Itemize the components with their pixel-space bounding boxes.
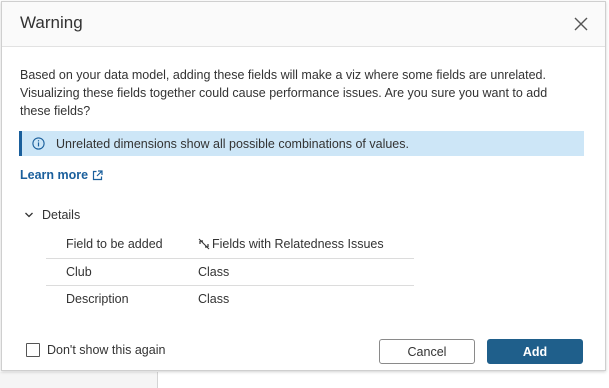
header-relatedness-label: Fields with Relatedness Issues bbox=[212, 237, 384, 252]
dialog-title: Warning bbox=[20, 13, 83, 32]
field-cell: Club bbox=[46, 257, 180, 285]
dialog-header: Warning bbox=[2, 2, 605, 47]
header-relatedness-issues: Fields with Relatedness Issues bbox=[180, 231, 414, 258]
table-row: Description Class bbox=[46, 284, 414, 312]
dont-show-again-label: Don't show this again bbox=[47, 343, 166, 357]
table-header-row: Field to be added Fields with Relatednes… bbox=[46, 231, 414, 258]
details-table: Field to be added Fields with Relatednes… bbox=[46, 231, 414, 312]
details-toggle[interactable]: Details bbox=[24, 208, 80, 222]
learn-more-label: Learn more bbox=[20, 168, 89, 182]
related-field-cell: Class bbox=[180, 257, 414, 285]
unlink-icon bbox=[198, 238, 210, 250]
close-button[interactable] bbox=[571, 14, 591, 34]
warning-dialog: Warning Based on your data model, adding… bbox=[1, 1, 606, 371]
info-banner-text: Unrelated dimensions show all possible c… bbox=[56, 137, 409, 151]
dont-show-again-checkbox[interactable] bbox=[26, 343, 40, 357]
header-field-to-be-added: Field to be added bbox=[66, 237, 163, 252]
chevron-down-icon bbox=[25, 212, 33, 218]
table-row: Club Class bbox=[46, 257, 414, 285]
related-field-cell: Class bbox=[180, 284, 414, 312]
dont-show-again-option[interactable]: Don't show this again bbox=[26, 343, 165, 357]
info-icon bbox=[32, 137, 45, 150]
learn-more-link[interactable]: Learn more bbox=[20, 168, 103, 182]
backdrop-panel bbox=[0, 372, 158, 388]
add-button[interactable]: Add bbox=[487, 339, 583, 364]
warning-message: Based on your data model, adding these f… bbox=[20, 68, 548, 118]
field-cell: Description bbox=[46, 284, 180, 312]
cancel-button[interactable]: Cancel bbox=[379, 339, 475, 364]
details-label: Details bbox=[42, 208, 81, 222]
external-link-icon bbox=[92, 169, 103, 180]
close-icon bbox=[574, 17, 588, 31]
info-banner: Unrelated dimensions show all possible c… bbox=[19, 131, 584, 156]
